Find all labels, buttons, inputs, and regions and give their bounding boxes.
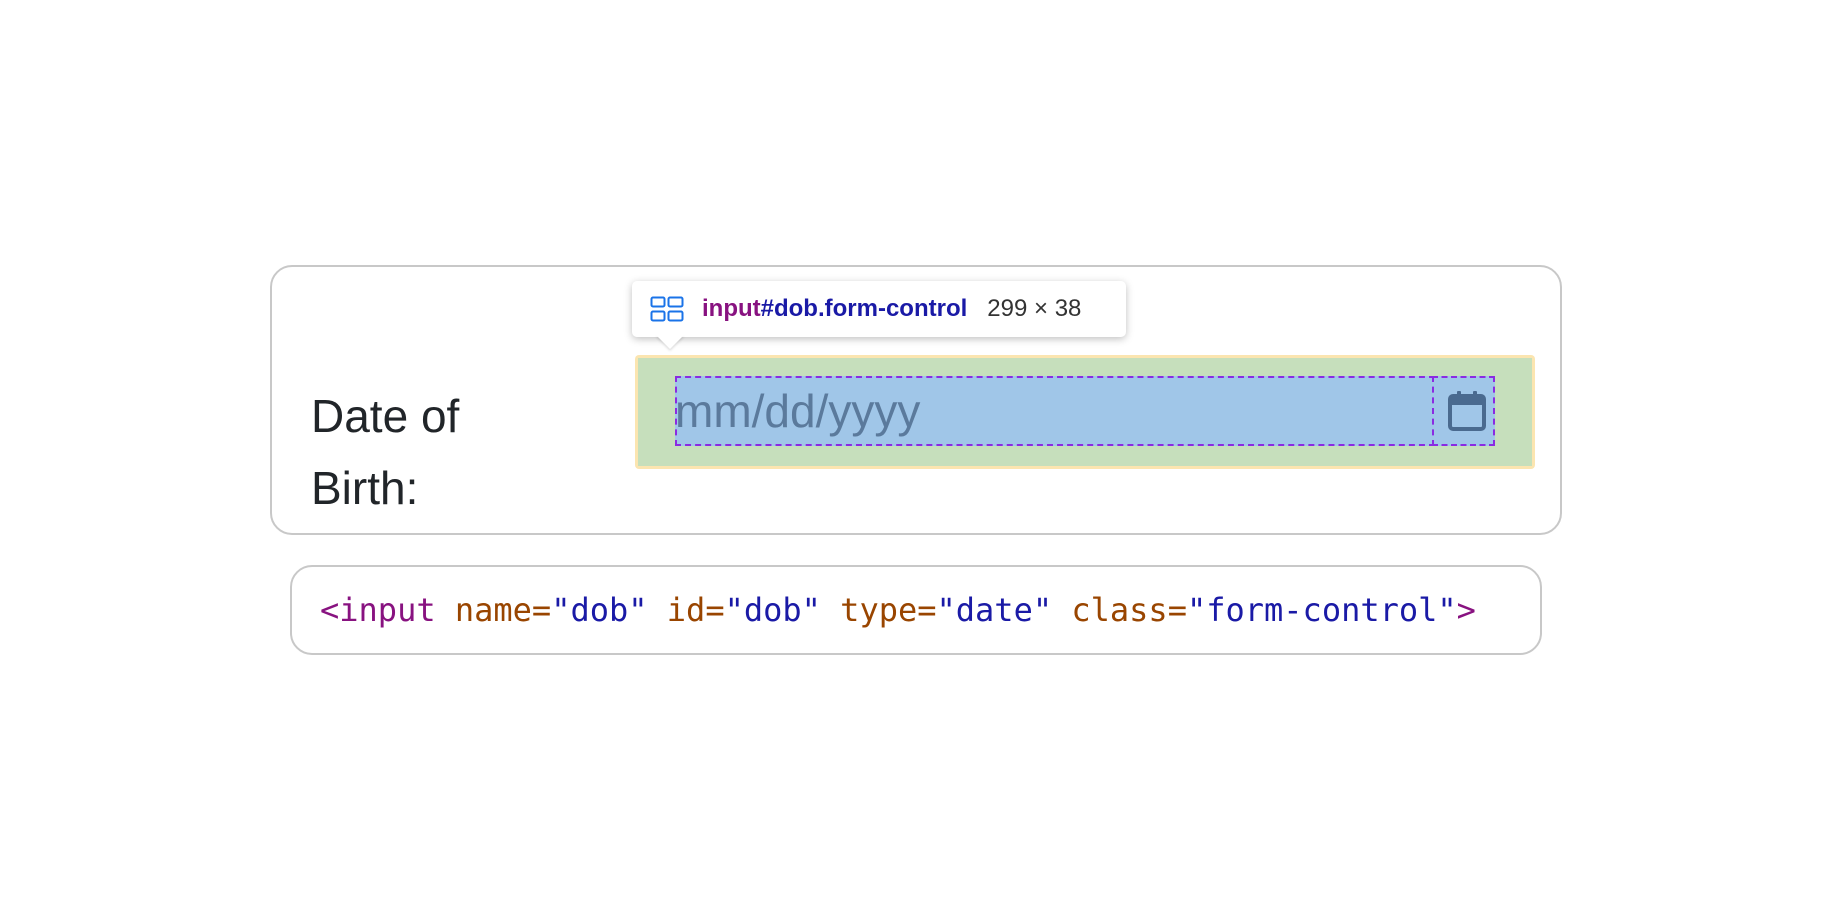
calendar-icon[interactable] [1447, 390, 1487, 432]
tooltip-dimensions: 299 × 38 [987, 295, 1082, 322]
code-attr-name: name= [435, 591, 552, 629]
tooltip-selector: #dob.form-control [760, 295, 968, 322]
code-attr-class: class= [1052, 591, 1187, 629]
code-attr-type-value: "date" [936, 591, 1053, 629]
tooltip-arrow [656, 335, 684, 349]
code-attr-id: id= [647, 591, 725, 629]
dob-placeholder: mm/dd/yyyy [675, 385, 921, 437]
code-open-tag: <input [320, 591, 436, 629]
flex-layout-icon [650, 296, 684, 322]
code-attr-class-value: "form-control" [1186, 591, 1457, 629]
code-attr-value: "dob" [551, 591, 648, 629]
code-close-tag: > [1456, 591, 1476, 629]
stage: Date of Birth: mm/dd/yyyy input #dob.form… [0, 0, 1822, 922]
tooltip-tag-name: input [702, 295, 761, 322]
dob-label: Date of Birth: [311, 390, 460, 514]
code-snippet: <input name="dob" id="dob" type="date" c… [320, 567, 1476, 653]
code-attr-type: type= [820, 591, 937, 629]
code-card: <input name="dob" id="dob" type="date" c… [290, 565, 1542, 655]
code-attr-id-value: "dob" [724, 591, 821, 629]
devtools-tooltip: input #dob.form-control 299 × 38 [632, 281, 1126, 337]
